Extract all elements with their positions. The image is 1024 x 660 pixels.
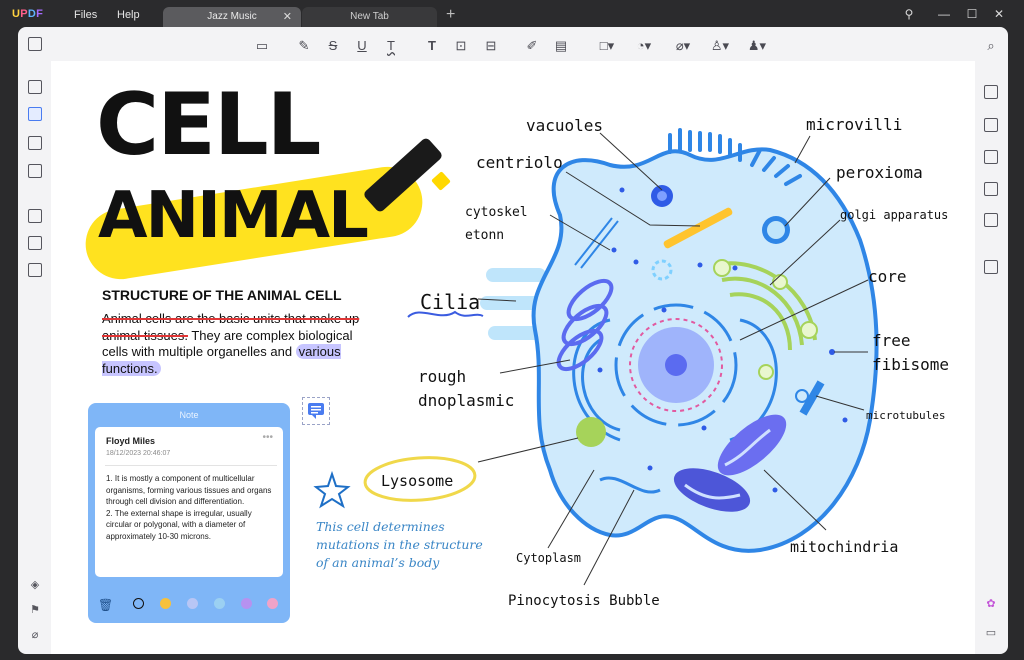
- label-free-2: fibisome: [872, 355, 950, 374]
- label-centriolo: centriolo: [476, 153, 563, 172]
- label-microtubules: microtubules: [866, 409, 946, 422]
- label-free-1: free: [872, 331, 911, 350]
- label-microvilli: microvilli: [806, 115, 903, 134]
- label-pinocytosis-bubble: Pinocytosis Bubble: [508, 593, 660, 609]
- label-cytoskeleton-2: etonn: [465, 228, 505, 243]
- label-vacuoles: vacuoles: [526, 116, 604, 135]
- label-golgi-apparatus: golgi apparatus: [840, 208, 949, 222]
- label-cytoplasm: Cytoplasm: [516, 551, 582, 565]
- label-rough-2: dnoplasmic: [418, 391, 515, 410]
- label-peroxioma: peroxioma: [836, 163, 923, 182]
- app-window: UPDF Files Help Jazz Music ✕ New Tab + ⚲…: [0, 0, 1024, 660]
- handwritten-note: This cell determines mutations in the st…: [316, 519, 483, 570]
- label-lysosome: Lysosome: [381, 472, 454, 490]
- label-cilia: Cilia: [420, 290, 481, 314]
- label-mitochondria: mitochindria: [790, 538, 899, 556]
- label-cytoskeleton-1: cytoskel: [465, 205, 528, 220]
- label-rough-1: rough: [418, 367, 467, 386]
- cell-diagram: [313, 128, 879, 586]
- label-core: core: [868, 267, 907, 286]
